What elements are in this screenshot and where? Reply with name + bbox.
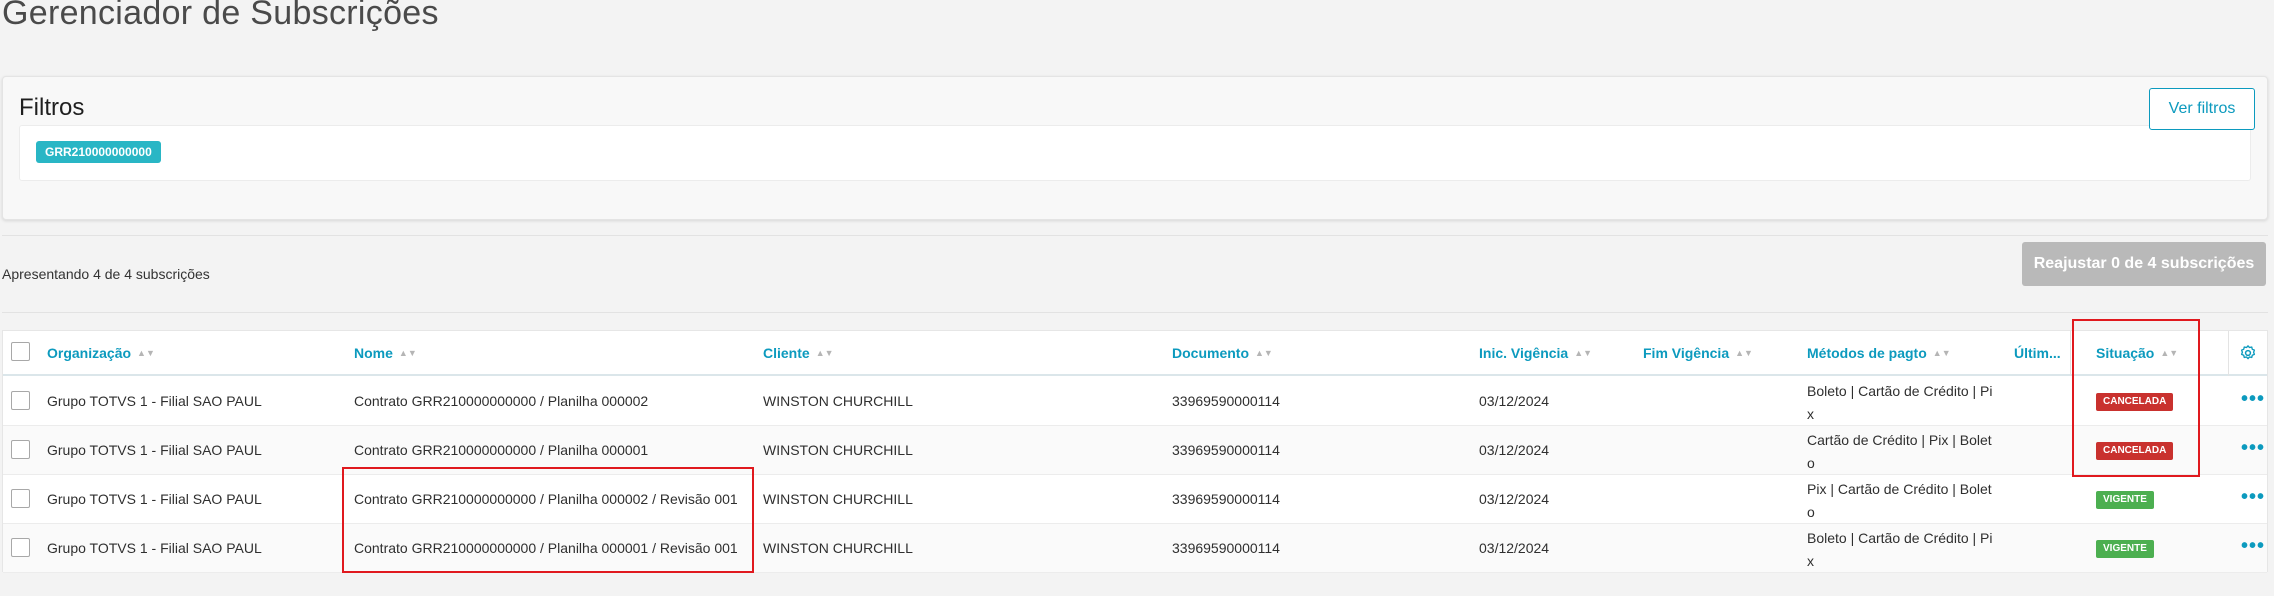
column-organizacao[interactable]: Organização ▲▼ — [47, 331, 155, 374]
cell-cliente: WINSTON CHURCHILL — [763, 491, 913, 507]
column-label: Métodos de pagto — [1807, 344, 1927, 361]
cell-metodos-pagto: Cartão de Crédito | Pix | Boleto — [1807, 432, 1992, 471]
sort-arrows-icon: ▲▼ — [398, 347, 417, 358]
cell-documento: 33969590000114 — [1172, 491, 1280, 507]
cell-documento: 33969590000114 — [1172, 442, 1280, 458]
column-nome[interactable]: Nome ▲▼ — [354, 331, 417, 374]
status-badge: VIGENTE — [2096, 540, 2154, 558]
ver-filtros-button[interactable]: Ver filtros — [2149, 88, 2255, 130]
column-situacao[interactable]: Situação ▲▼ — [2096, 331, 2178, 374]
sort-arrows-icon: ▲▼ — [1255, 347, 1273, 358]
column-label: Nome — [354, 344, 393, 361]
column-label: Documento — [1172, 344, 1249, 361]
page-title: Gerenciador de Subscrições — [2, 0, 439, 32]
reajustar-button[interactable]: Reajustar 0 de 4 subscrições — [2022, 242, 2266, 286]
sort-arrows-icon: ▲▼ — [2160, 347, 2179, 358]
cell-inicio-vigencia: 03/12/2024 — [1479, 491, 1550, 507]
row-checkbox[interactable] — [11, 440, 30, 459]
cell-cliente: WINSTON CHURCHILL — [763, 540, 913, 556]
column-label: Últim... — [2014, 344, 2061, 361]
more-dots-icon[interactable]: ••• — [2241, 438, 2265, 458]
cell-inicio-vigencia: 03/12/2024 — [1479, 540, 1550, 556]
column-label: Cliente — [763, 344, 810, 361]
sort-arrows-icon: ▲▼ — [1735, 347, 1753, 358]
filters-container: GRR210000000000 — [19, 125, 2251, 181]
column-label: Fim Vigência — [1643, 344, 1730, 361]
sort-arrows-icon: ▲▼ — [1574, 347, 1593, 358]
summary-bar: Apresentando 4 de 4 subscrições Reajusta… — [2, 235, 2268, 313]
filter-chip[interactable]: GRR210000000000 — [36, 141, 161, 163]
cell-metodos-pagto: Boleto | Cartão de Crédito | Pix — [1807, 530, 1993, 569]
column-divider — [2070, 331, 2071, 376]
more-dots-icon[interactable]: ••• — [2241, 389, 2265, 409]
cell-organizacao: Grupo TOTVS 1 - Filial SAO PAUL — [47, 540, 262, 556]
cell-nome: Contrato GRR210000000000 / Planilha 0000… — [354, 491, 738, 507]
column-documento[interactable]: Documento ▲▼ — [1172, 331, 1273, 374]
cell-organizacao: Grupo TOTVS 1 - Filial SAO PAUL — [47, 491, 262, 507]
table-row[interactable]: Grupo TOTVS 1 - Filial SAO PAUL Contrato… — [3, 377, 2267, 426]
column-divider — [2228, 331, 2229, 376]
status-badge: VIGENTE — [2096, 491, 2154, 509]
table-row[interactable]: Grupo TOTVS 1 - Filial SAO PAUL Contrato… — [3, 524, 2267, 573]
row-checkbox[interactable] — [11, 538, 30, 557]
row-checkbox[interactable] — [11, 391, 30, 410]
gear-icon[interactable] — [2239, 344, 2257, 362]
cell-inicio-vigencia: 03/12/2024 — [1479, 393, 1550, 409]
column-metodos-pagto[interactable]: Métodos de pagto ▲▼ — [1807, 331, 1951, 374]
cell-cliente: WINSTON CHURCHILL — [763, 442, 913, 458]
cell-nome: Contrato GRR210000000000 / Planilha 0000… — [354, 442, 649, 458]
table-row[interactable]: Grupo TOTVS 1 - Filial SAO PAUL Contrato… — [3, 426, 2267, 475]
cell-documento: 33969590000114 — [1172, 540, 1280, 556]
column-label: Organização — [47, 344, 132, 361]
column-fim-vigencia[interactable]: Fim Vigência ▲▼ — [1643, 331, 1753, 374]
table-row[interactable]: Grupo TOTVS 1 - Filial SAO PAUL Contrato… — [3, 475, 2267, 524]
cell-organizacao: Grupo TOTVS 1 - Filial SAO PAUL — [47, 393, 262, 409]
cell-organizacao: Grupo TOTVS 1 - Filial SAO PAUL — [47, 442, 262, 458]
status-badge: CANCELADA — [2096, 442, 2174, 460]
filters-panel: Filtros GRR210000000000 Ver filtros — [2, 76, 2268, 220]
cell-documento: 33969590000114 — [1172, 393, 1280, 409]
column-label: Situação — [2096, 344, 2155, 361]
cell-cliente: WINSTON CHURCHILL — [763, 393, 913, 409]
status-badge: CANCELADA — [2096, 393, 2174, 411]
cell-nome: Contrato GRR210000000000 / Planilha 0000… — [354, 393, 649, 409]
results-count: Apresentando 4 de 4 subscrições — [2, 266, 210, 282]
subscriptions-table: Organização ▲▼ Nome ▲▼ Cliente ▲▼ Documento… — [2, 330, 2268, 573]
cell-nome: Contrato GRR210000000000 / Planilha 0000… — [354, 540, 738, 556]
more-dots-icon[interactable]: ••• — [2241, 487, 2265, 507]
cell-metodos-pagto: Boleto | Cartão de Crédito | Pix — [1807, 383, 1993, 422]
filters-title: Filtros — [19, 94, 85, 121]
column-ultimo[interactable]: Últim... — [2014, 331, 2061, 374]
column-label: Inic. Vigência — [1479, 344, 1569, 361]
cell-inicio-vigencia: 03/12/2024 — [1479, 442, 1550, 458]
cell-metodos-pagto: Pix | Cartão de Crédito | Boleto — [1807, 481, 1992, 520]
sort-arrows-icon: ▲▼ — [1932, 347, 1951, 358]
column-inicio-vigencia[interactable]: Inic. Vigência ▲▼ — [1479, 331, 1592, 374]
column-cliente[interactable]: Cliente ▲▼ — [763, 331, 834, 374]
sort-arrows-icon: ▲▼ — [815, 347, 834, 358]
select-all-checkbox[interactable] — [11, 342, 30, 361]
more-dots-icon[interactable]: ••• — [2241, 536, 2265, 556]
row-checkbox[interactable] — [11, 489, 30, 508]
table-header: Organização ▲▼ Nome ▲▼ Cliente ▲▼ Documento… — [3, 331, 2267, 376]
sort-arrows-icon: ▲▼ — [137, 347, 155, 358]
